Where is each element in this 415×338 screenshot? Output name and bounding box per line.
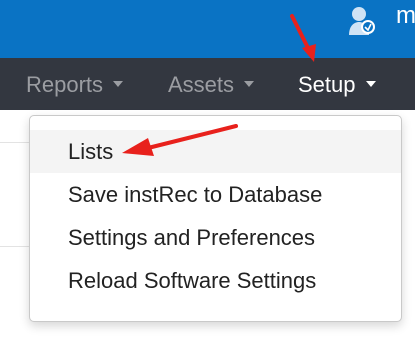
main-navbar: Reports Assets Setup <box>0 58 415 110</box>
menu-item-settings-preferences[interactable]: Settings and Preferences <box>30 216 401 259</box>
menu-item-label: Reload Software Settings <box>68 268 317 293</box>
menu-item-save-instrec[interactable]: Save instRec to Database <box>30 173 401 216</box>
caret-down-icon <box>244 81 255 88</box>
nav-reports[interactable]: Reports <box>26 72 124 98</box>
content-divider <box>0 246 30 247</box>
nav-assets[interactable]: Assets <box>168 72 255 98</box>
nav-setup-label: Setup <box>298 72 356 97</box>
annotation-arrow-icon <box>290 14 316 62</box>
nav-reports-label: Reports <box>26 72 104 97</box>
top-header-bar: m <box>0 0 415 58</box>
menu-item-label: Settings and Preferences <box>68 225 316 250</box>
annotation-arrow-icon <box>122 124 238 156</box>
content-divider <box>0 142 30 143</box>
nav-setup[interactable]: Setup <box>298 72 376 98</box>
user-name-initial[interactable]: m <box>396 2 415 30</box>
menu-item-label: Save instRec to Database <box>68 182 323 207</box>
nav-assets-label: Assets <box>168 72 235 97</box>
user-avatar-icon[interactable] <box>349 5 377 35</box>
menu-item-reload-software-settings[interactable]: Reload Software Settings <box>30 259 401 302</box>
menu-item-label: Lists <box>68 139 114 164</box>
caret-down-icon <box>365 81 376 88</box>
caret-down-icon <box>113 81 124 88</box>
